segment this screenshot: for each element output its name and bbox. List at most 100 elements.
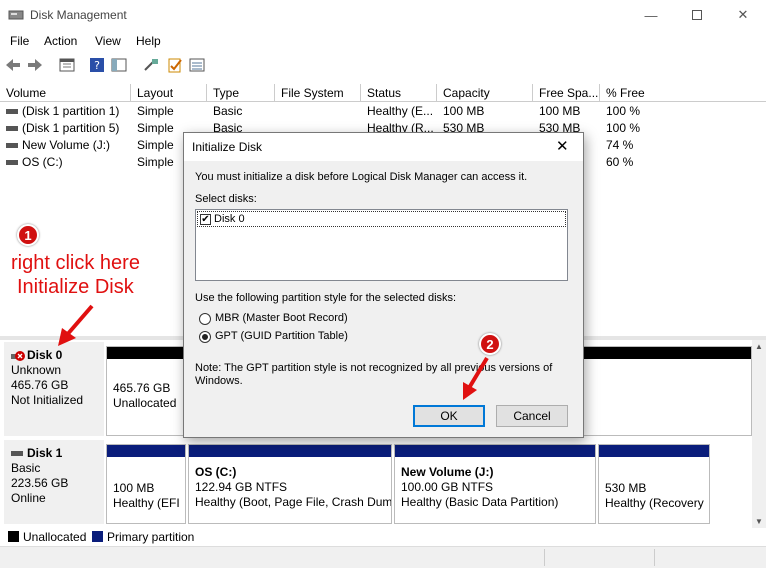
partition-name: OS (C:) — [195, 465, 237, 479]
partition-size: 530 MB — [605, 481, 647, 495]
maximize-icon — [692, 10, 702, 20]
disk1-label[interactable]: Disk 1 Basic 223.56 GB Online — [4, 440, 104, 524]
close-icon: ✕ — [737, 7, 749, 22]
cancel-button[interactable]: Cancel — [496, 405, 568, 427]
unallocated-swatch — [8, 531, 19, 542]
dialog-close-icon[interactable]: ✕ — [556, 137, 569, 155]
disk1-type: Basic — [11, 461, 41, 475]
column-header-percent-free[interactable]: % Free — [600, 84, 766, 102]
minimize-button[interactable]: — — [628, 0, 674, 30]
partition-efi[interactable]: 100 MB Healthy (EFI — [106, 444, 186, 524]
column-header-file-system[interactable]: File System — [275, 84, 361, 102]
title-bar: Disk Management — ✕ — [0, 0, 766, 30]
scroll-up-icon[interactable]: ▲ — [755, 342, 763, 351]
select-disks-label: Select disks: — [195, 193, 257, 205]
annotation-step1-badge: 1 — [17, 224, 39, 246]
column-header-capacity[interactable]: Capacity — [437, 84, 533, 102]
volume-name: (Disk 1 partition 5) — [22, 121, 120, 135]
primary-partition-bar — [395, 445, 595, 457]
partition-style-label: Use the following partition style for th… — [195, 292, 457, 304]
menu-file[interactable]: File — [10, 34, 29, 48]
partition-os[interactable]: OS (C:) 122.94 GB NTFS Healthy (Boot, Pa… — [188, 444, 392, 524]
mbr-radio[interactable] — [199, 313, 211, 325]
menu-action[interactable]: Action — [44, 34, 77, 48]
scroll-down-icon[interactable]: ▼ — [755, 517, 763, 526]
window-title: Disk Management — [30, 8, 127, 22]
mbr-label[interactable]: MBR (Master Boot Record) — [215, 312, 348, 324]
column-header-status[interactable]: Status — [361, 84, 437, 102]
layout-cell: Simple — [137, 121, 174, 135]
disk-item-label: Disk 0 — [214, 213, 245, 225]
dialog-title: Initialize Disk — [192, 140, 263, 154]
partition-recovery[interactable]: 530 MB Healthy (Recovery — [598, 444, 710, 524]
forward-arrow-icon[interactable] — [26, 56, 44, 74]
partition-name: New Volume (J:) — [401, 465, 494, 479]
percent-free-cell: 100 % — [606, 121, 641, 135]
vertical-scrollbar[interactable]: ▲ ▼ — [752, 340, 766, 528]
maximize-button[interactable] — [674, 0, 720, 30]
percent-free-cell: 74 % — [606, 138, 634, 152]
menu-help[interactable]: Help — [136, 34, 161, 48]
initialize-disk-dialog: Initialize Disk ✕ You must initialize a … — [183, 132, 584, 438]
primary-partition-bar — [599, 445, 709, 457]
volume-icon — [6, 160, 18, 166]
layout-cell: Simple — [137, 138, 174, 152]
back-arrow-icon[interactable] — [4, 56, 22, 74]
close-window-button[interactable]: ✕ — [720, 0, 766, 30]
connect-icon[interactable] — [142, 56, 160, 74]
dialog-title-bar: Initialize Disk ✕ — [184, 133, 583, 161]
annotation-step2-badge: 2 — [479, 333, 501, 355]
column-header-layout[interactable]: Layout — [131, 84, 207, 102]
capacity-cell: 100 MB — [443, 104, 485, 118]
primary-partition-swatch — [92, 531, 103, 542]
disk0-checkbox[interactable]: ✔ — [200, 213, 211, 225]
list-icon[interactable] — [188, 56, 206, 74]
volume-name: (Disk 1 partition 1) — [22, 104, 120, 118]
primary-partition-bar — [107, 445, 185, 457]
layout-cell: Simple — [137, 155, 174, 169]
help-icon[interactable]: ? — [88, 56, 106, 74]
legend-unallocated: Unallocated — [23, 530, 87, 544]
column-header-free-space[interactable]: Free Spa... — [533, 84, 600, 102]
disk1-size: 223.56 GB — [11, 476, 69, 490]
menu-view[interactable]: View — [95, 34, 121, 48]
legend: Unallocated Primary partition — [0, 528, 766, 546]
percent-free-cell: 60 % — [606, 155, 634, 169]
volume-name: OS (C:) — [22, 155, 63, 169]
partition-size: 100.00 GB NTFS — [401, 480, 494, 494]
partition-size: 100 MB — [113, 481, 155, 495]
toolbar: ? — [0, 52, 766, 78]
annotation-arrow-1-icon — [58, 304, 94, 346]
type-cell: Basic — [213, 104, 243, 118]
disk0-size: 465.76 GB — [11, 378, 69, 392]
gpt-label[interactable]: GPT (GUID Partition Table) — [215, 330, 348, 342]
column-header-type[interactable]: Type — [207, 84, 275, 102]
disk-error-icon — [11, 350, 25, 361]
svg-text:?: ? — [94, 59, 100, 72]
ok-button[interactable]: OK — [413, 405, 485, 427]
partition-new-volume[interactable]: New Volume (J:) 100.00 GB NTFS Healthy (… — [394, 444, 596, 524]
disk-listbox[interactable]: ✔ Disk 0 — [195, 209, 568, 281]
volume-icon — [6, 126, 18, 132]
check-icon[interactable] — [166, 56, 184, 74]
column-header-volume[interactable]: Volume — [0, 84, 131, 102]
primary-partition-bar — [189, 445, 391, 457]
annotation-step1-line1: right click here — [11, 252, 140, 274]
disk1-name: Disk 1 — [27, 446, 63, 460]
gpt-radio[interactable] — [199, 331, 211, 343]
disk0-state: Not Initialized — [11, 393, 84, 407]
table-row[interactable]: (Disk 1 partition 1) Simple Basic Health… — [0, 103, 766, 120]
console-tree-icon[interactable] — [110, 56, 128, 74]
dialog-intro: You must initialize a disk before Logica… — [195, 171, 528, 183]
list-item-disk0[interactable]: ✔ Disk 0 — [197, 211, 566, 227]
partition-status: Healthy (EFI — [113, 496, 180, 510]
status-cell: Healthy (E... — [367, 104, 434, 118]
annotation-step1-line2: Initialize Disk — [17, 276, 134, 298]
percent-free-cell: 100 % — [606, 104, 641, 118]
disk-management-icon — [8, 8, 24, 22]
layout-cell: Simple — [137, 104, 174, 118]
disk0-label[interactable]: Disk 0 Unknown 465.76 GB Not Initialized — [4, 342, 104, 436]
partition-status: Healthy (Boot, Page File, Crash Dum — [195, 495, 392, 509]
free-space-cell: 100 MB — [539, 104, 581, 118]
properties-icon[interactable] — [58, 56, 76, 74]
